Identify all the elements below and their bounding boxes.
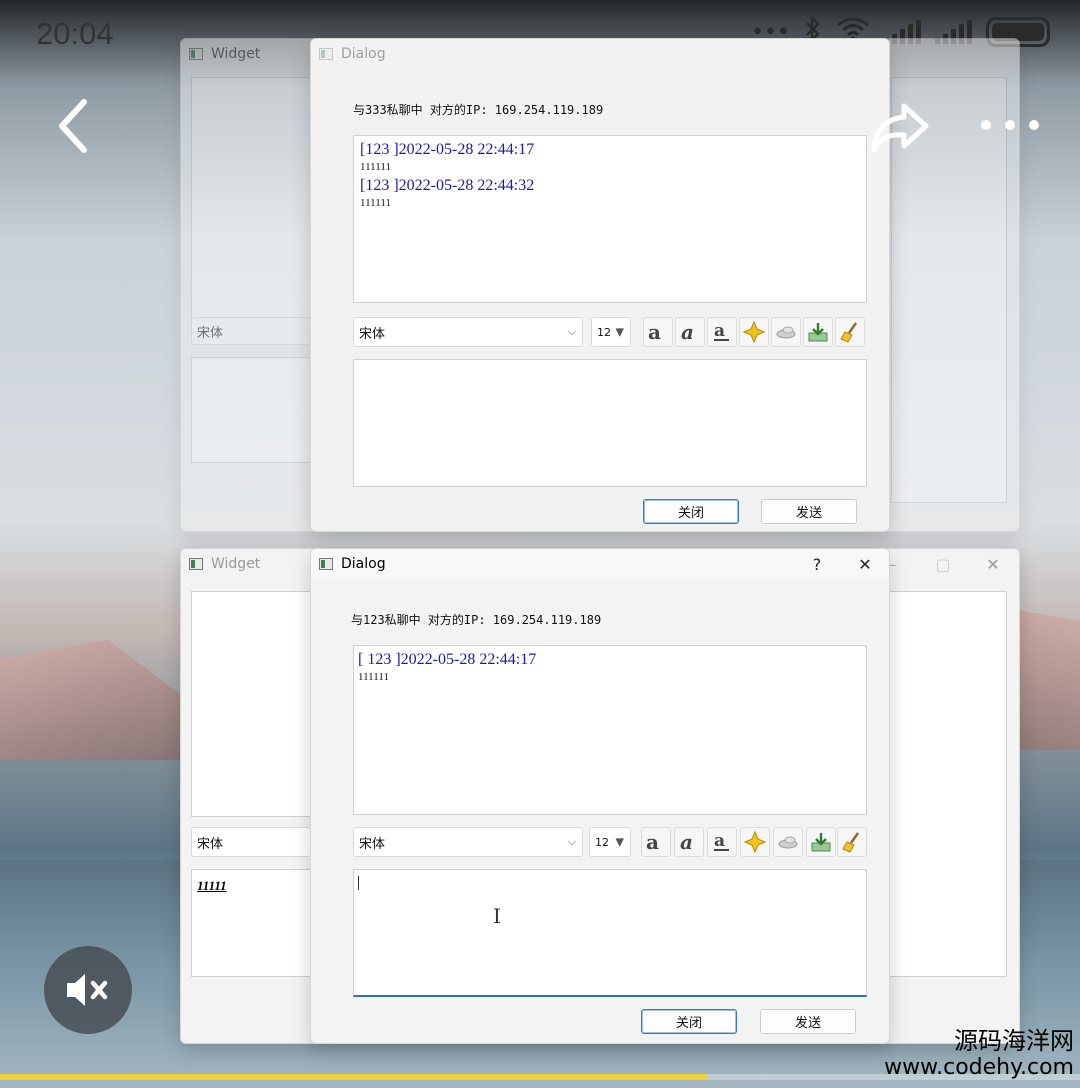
underline-button[interactable]: a [707,827,737,857]
close-x-button[interactable]: ✕ [845,549,885,579]
mute-button[interactable] [44,946,132,1034]
save-record-button[interactable] [773,827,803,857]
send-button[interactable]: 发送 [761,499,857,524]
window-title: Widget [211,46,261,62]
window-title: Widget [211,556,261,572]
widget-input-text: 11111 [197,878,227,893]
message-input[interactable]: I [353,869,867,997]
italic-button[interactable]: a [675,317,705,347]
chat-header: 与123私聊中 对方的IP: 169.254.119.189 [351,613,602,627]
size-combo[interactable]: 12 ▼ [589,827,631,857]
share-icon[interactable] [868,98,932,158]
send-button[interactable]: 发送 [760,1009,856,1034]
watermark: 源码海洋网 www.codehy.com [884,1026,1074,1080]
dropdown-arrow-icon: ▼ [615,325,624,339]
chat-history[interactable]: [123 ]2022-05-28 22:44:17 111111 [123 ]2… [353,135,867,303]
chevron-down-icon: ⌵ [567,325,576,338]
bold-button[interactable]: a [643,317,673,347]
svg-text:a: a [648,322,661,342]
watermark-url: www.codehy.com [884,1055,1074,1080]
watermark-title: 源码海洋网 [954,1027,1074,1055]
bottom-dialog-window: Dialog ? ✕ 与123私聊中 对方的IP: 169.254.119.18… [310,548,890,1044]
font-combo[interactable]: 宋体 ⌵ [353,827,583,857]
top-dialog-window: Dialog 与333私聊中 对方的IP: 169.254.119.189 [1… [310,38,890,532]
close-window-button[interactable]: ✕ [973,549,1013,579]
chat-message: [ 123 ]2022-05-28 22:44:17 111111 [358,651,537,683]
widget-message-area[interactable] [191,591,311,817]
download-icon[interactable] [806,827,836,857]
svg-text:a: a [680,832,693,852]
clear-brush-icon[interactable] [837,827,867,857]
dropdown-arrow-icon: ▼ [615,835,624,849]
widget-input-area[interactable] [191,357,311,463]
video-progress-fill [0,1074,708,1080]
message-input[interactable] [353,359,867,487]
more-icon[interactable] [978,110,1042,140]
widget-right-area[interactable] [889,591,1007,977]
chat-message: [123 ]2022-05-28 22:44:32 111111 [360,177,535,209]
app-icon [319,558,333,570]
window-title: Dialog [341,556,386,572]
widget-font-combo[interactable]: 宋体 [191,827,311,857]
widget-font-combo[interactable]: 宋体 [191,317,311,345]
chevron-left-icon[interactable] [52,96,112,156]
svg-text:a: a [646,832,659,852]
app-icon [189,48,203,60]
svg-text:a: a [714,321,725,341]
close-button[interactable]: 关闭 [643,499,739,524]
status-time: 20:04 [36,16,114,51]
underline-button[interactable]: a [707,317,737,347]
app-icon [319,48,333,60]
font-combo[interactable]: 宋体 ⌵ [353,317,583,347]
widget-input-area[interactable]: 11111 [191,869,311,977]
download-icon[interactable] [803,317,833,347]
svg-text:a: a [714,831,725,851]
color-button[interactable] [740,827,770,857]
maximize-button[interactable]: ▢ [923,549,963,579]
app-icon [189,558,203,570]
save-record-button[interactable] [771,317,801,347]
background-mountain-left [0,640,180,760]
chevron-down-icon: ⌵ [567,835,576,848]
size-combo[interactable]: 12 ▼ [591,317,631,347]
color-button[interactable] [739,317,769,347]
chat-history[interactable]: [ 123 ]2022-05-28 22:44:17 111111 [353,645,867,815]
ibeam-cursor-icon: I [493,904,501,928]
close-button[interactable]: 关闭 [641,1009,737,1034]
bold-button[interactable]: a [641,827,671,857]
widget-message-area[interactable] [191,77,311,341]
help-button[interactable]: ? [797,549,837,579]
svg-text:a: a [681,322,694,342]
text-caret [358,876,359,890]
combo-value: 宋体 [197,325,224,341]
chat-header: 与333私聊中 对方的IP: 169.254.119.189 [353,103,604,117]
window-title: Dialog [341,46,386,62]
chat-message: [123 ]2022-05-28 22:44:17 111111 [360,141,535,173]
italic-button[interactable]: a [674,827,704,857]
speaker-muted-icon [67,974,108,1006]
clear-brush-icon[interactable] [835,317,865,347]
